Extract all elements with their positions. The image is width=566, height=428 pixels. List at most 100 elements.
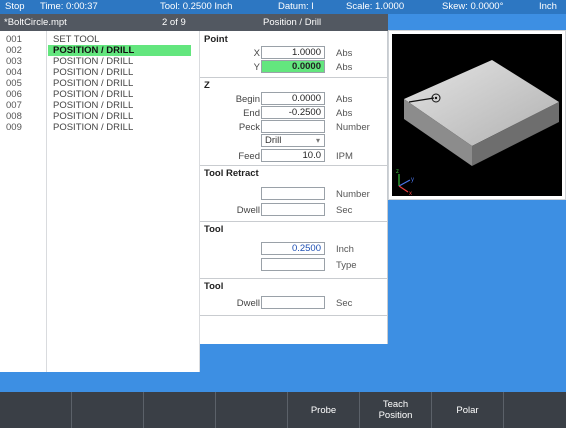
y-axis-line [398, 179, 411, 187]
program-step-list[interactable]: 001 SET TOOL 002 POSITION / DRILL 003 POSITIO… [0, 31, 200, 372]
divider [200, 278, 388, 279]
elapsed-time: Time: 0:00:37 [40, 1, 98, 12]
feed-input[interactable]: 10.0 [261, 149, 325, 162]
program-step-row[interactable]: 001 SET TOOL [0, 34, 199, 45]
skew: Skew: 0.0000° [442, 1, 504, 12]
divider [200, 77, 388, 78]
program-step-row[interactable]: 004 POSITION / DRILL [0, 67, 199, 78]
y-axis-label: y [411, 177, 414, 183]
step-label: POSITION / DRILL [53, 122, 134, 133]
program-step-row[interactable]: 009 POSITION / DRILL [0, 122, 199, 133]
step-label: SET TOOL [53, 34, 100, 45]
end-label: End [243, 108, 260, 119]
scale: Scale: 1.0000 [346, 1, 405, 12]
feed-label: Feed [238, 151, 260, 162]
tool-diameter-unit[interactable]: Inch [336, 244, 354, 255]
3d-preview-panel[interactable]: z y x [388, 30, 566, 200]
tool-dwell-unit[interactable]: Sec [336, 298, 352, 309]
begin-input[interactable]: 0.0000 [261, 92, 325, 105]
machine-state: Stop [5, 1, 25, 12]
step-form: Point X 1.0000 Abs Y 0.0000 Abs Z Begin … [200, 31, 388, 344]
softkey-2[interactable] [72, 392, 144, 428]
begin-unit[interactable]: Abs [336, 94, 352, 105]
step-number: 009 [6, 122, 22, 133]
divider [200, 221, 388, 222]
softkey-1[interactable] [0, 392, 72, 428]
program-step-row[interactable]: 008 POSITION / DRILL [0, 111, 199, 122]
step-number: 001 [6, 34, 22, 45]
step-position: 2 of 9 [162, 17, 186, 28]
probe-button[interactable]: Probe [288, 392, 360, 428]
feed-unit[interactable]: IPM [336, 151, 353, 162]
divider [200, 165, 388, 166]
x-axis-label: x [409, 191, 412, 196]
y-unit[interactable]: Abs [336, 62, 352, 73]
z-axis-label: z [396, 169, 399, 175]
begin-label: Begin [235, 94, 260, 105]
program-title-bar: *BoltCircle.mpt 2 of 9 Position / Drill [0, 14, 388, 31]
step-label: POSITION / DRILL [53, 67, 134, 78]
program-step-row[interactable]: 003 POSITION / DRILL [0, 56, 199, 67]
program-step-row[interactable]: 007 POSITION / DRILL [0, 100, 199, 111]
section-tool-dwell-title: Tool [204, 281, 224, 292]
step-number: 006 [6, 89, 22, 100]
section-tool-retract-title: Tool Retract [204, 168, 259, 179]
units: Inch [539, 1, 557, 12]
section-z-title: Z [204, 80, 210, 91]
tool-type-unit[interactable]: Type [336, 260, 357, 271]
program-step-row[interactable]: 006 POSITION / DRILL [0, 89, 199, 100]
softkey-3[interactable] [144, 392, 216, 428]
polar-button[interactable]: Polar [432, 392, 504, 428]
y-input[interactable]: 0.0000 [261, 60, 325, 73]
softkey-4[interactable] [216, 392, 288, 428]
tool-size: Tool: 0.2500 Inch [160, 1, 233, 12]
softkey-8[interactable] [504, 392, 566, 428]
tool-dwell-input[interactable] [261, 296, 325, 309]
step-label: POSITION / DRILL [53, 111, 134, 122]
x-input[interactable]: 1.0000 [261, 46, 325, 59]
drill-cycle-select[interactable]: Drill ▾ [261, 134, 325, 147]
step-number: 002 [6, 45, 22, 56]
program-step-row[interactable]: 002 POSITION / DRILL [0, 45, 199, 56]
peck-unit[interactable]: Number [336, 122, 370, 133]
end-unit[interactable]: Abs [336, 108, 352, 119]
step-label: POSITION / DRILL [48, 45, 191, 56]
x-label: X [253, 48, 260, 59]
retract-dwell-unit[interactable]: Sec [336, 205, 352, 216]
tool-dwell-label: Dwell [236, 298, 260, 309]
softkey-bar: Probe Teach Position Polar [0, 392, 566, 428]
retract-dwell-label: Dwell [236, 205, 260, 216]
peck-input[interactable] [261, 120, 325, 133]
step-type: Position / Drill [263, 17, 322, 28]
drill-hole-center [434, 96, 438, 100]
step-label: POSITION / DRILL [53, 78, 134, 89]
section-point-title: Point [204, 34, 228, 45]
step-number: 007 [6, 100, 22, 111]
retract-dwell-input[interactable] [261, 203, 325, 216]
step-label: POSITION / DRILL [53, 89, 134, 100]
tool-diameter-input[interactable]: 0.2500 [261, 242, 325, 255]
datum: Datum: I [278, 1, 314, 12]
program-step-row[interactable]: 005 POSITION / DRILL [0, 78, 199, 89]
drill-cycle-value: Drill [265, 135, 282, 146]
section-tool-title: Tool [204, 224, 224, 235]
step-number: 005 [6, 78, 22, 89]
x-axis-line [398, 185, 409, 193]
workpiece-render: z y x [396, 60, 559, 197]
step-label: POSITION / DRILL [53, 56, 134, 67]
end-input[interactable]: -0.2500 [261, 106, 325, 119]
status-bar: Stop Time: 0:00:37 Tool: 0.2500 Inch Dat… [0, 0, 566, 14]
preview-viewport[interactable]: z y x [392, 34, 562, 197]
step-number: 008 [6, 111, 22, 122]
teach-position-button[interactable]: Teach Position [360, 392, 432, 428]
peck-label: Peck [238, 122, 260, 133]
retract-number-unit[interactable]: Number [336, 189, 370, 200]
step-number: 004 [6, 67, 22, 78]
retract-number-input[interactable] [261, 187, 325, 200]
step-number: 003 [6, 56, 22, 67]
y-label: Y [253, 62, 260, 73]
divider [200, 315, 388, 316]
x-unit[interactable]: Abs [336, 48, 352, 59]
dropdown-arrow-icon: ▾ [315, 136, 320, 145]
tool-type-input[interactable] [261, 258, 325, 271]
